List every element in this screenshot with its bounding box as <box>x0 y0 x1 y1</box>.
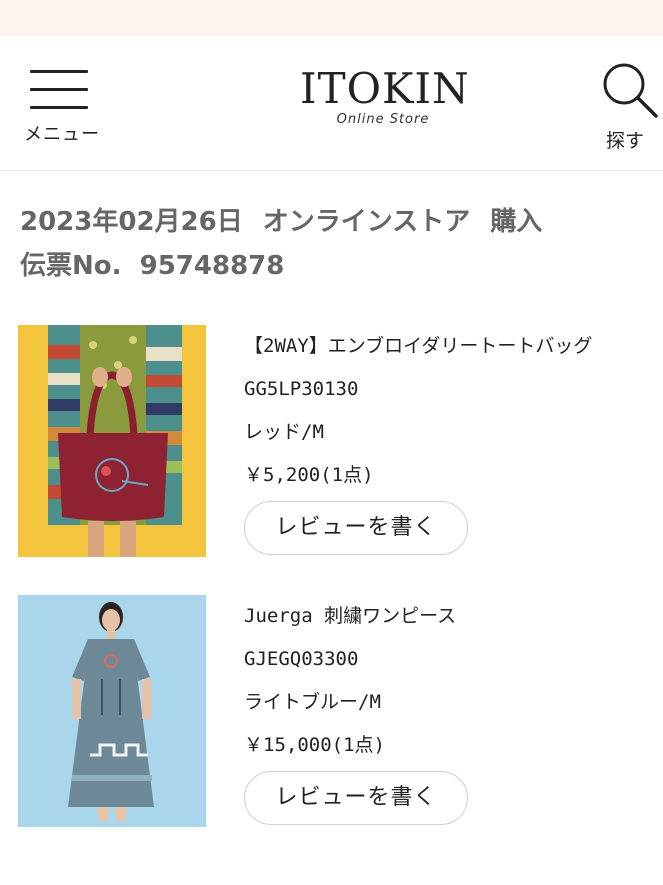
item-variant: ライトブルー/M <box>244 691 381 713</box>
item-variant: レッド/M <box>244 421 324 443</box>
menu-button[interactable]: メニュー <box>20 68 104 148</box>
item-price: ￥5,200(1点) <box>244 464 374 486</box>
item-info: 【2WAY】エンブロイダリートートバッグ GG5LP30130 レッド/M ￥5… <box>244 325 663 497</box>
search-label: 探す <box>605 130 644 152</box>
site-header: メニュー ITOKIN Online Store 探す <box>0 36 663 171</box>
write-review-button[interactable]: レビューを書く <box>244 771 468 825</box>
menu-label: メニュー <box>24 124 100 145</box>
item-price: ￥15,000(1点) <box>244 734 385 756</box>
search-icon <box>603 63 658 118</box>
logo-subtitle: Online Store <box>336 112 430 127</box>
site-logo[interactable]: ITOKIN Online Store <box>300 64 470 140</box>
product-image[interactable] <box>18 595 206 827</box>
logo-wordmark: ITOKIN <box>300 64 470 113</box>
order-status: 購入 <box>490 207 543 237</box>
hamburger-icon <box>30 68 88 109</box>
item-info: Juerga 刺繍ワンピース GJEGQ03300 ライトブルー/M ￥15,0… <box>244 595 663 767</box>
order-heading: 2023年02月26日 オンラインストア 購入 <box>20 200 542 244</box>
write-review-button[interactable]: レビューを書く <box>244 501 468 555</box>
order-channel: オンラインストア <box>262 207 471 237</box>
item-code: GJEGQ03300 <box>244 648 359 670</box>
order-slip: 伝票No. 95748878 <box>20 246 284 286</box>
order-item: 【2WAY】エンブロイダリートートバッグ GG5LP30130 レッド/M ￥5… <box>18 325 663 557</box>
top-strip <box>0 0 663 36</box>
item-code: GG5LP30130 <box>244 378 359 400</box>
order-item: Juerga 刺繍ワンピース GJEGQ03300 ライトブルー/M ￥15,0… <box>18 595 663 827</box>
slip-number: 95748878 <box>139 251 285 281</box>
search-button[interactable]: 探す <box>596 60 660 160</box>
slip-label: 伝票No. <box>20 251 122 281</box>
order-date: 2023年02月26日 <box>20 207 243 237</box>
item-name[interactable]: 【2WAY】エンブロイダリートートバッグ <box>244 325 663 368</box>
item-name[interactable]: Juerga 刺繍ワンピース <box>244 595 663 638</box>
product-image[interactable] <box>18 325 206 557</box>
